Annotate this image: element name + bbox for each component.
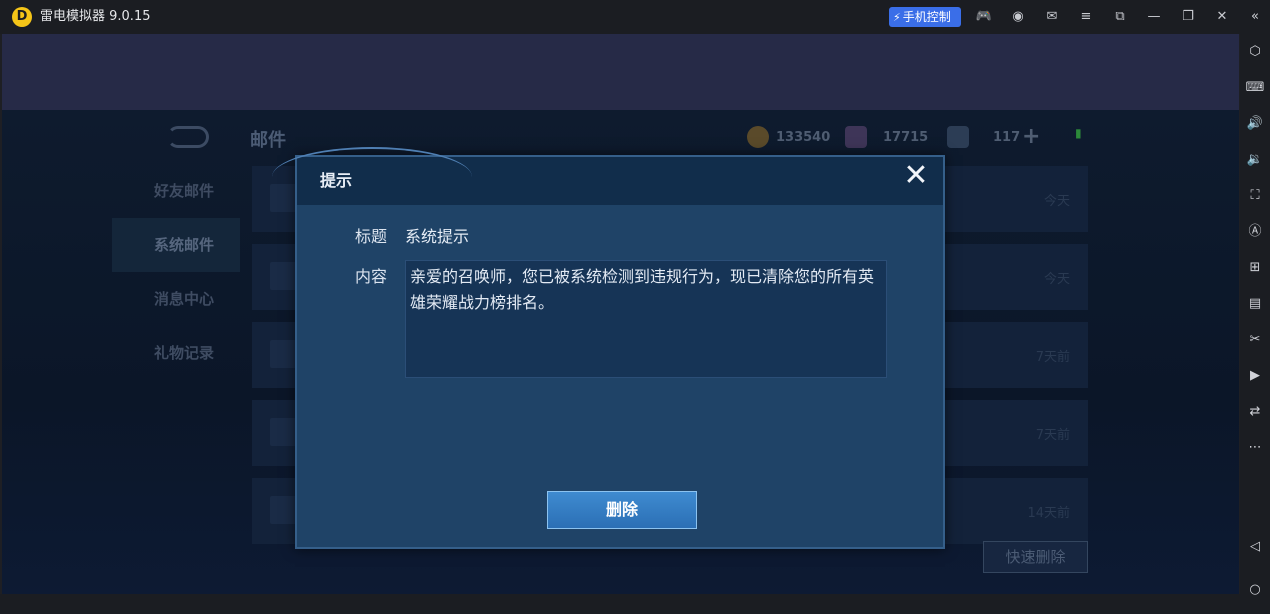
- emulator-sidebar: « ⬡ ⌨ 🔊 🔉 ⛶ Ⓐ ⊞ ▤ ✂ ▶ ⇄ ⋯ ◁ ○: [1240, 0, 1270, 614]
- dialog-header: 提示 ✕: [272, 147, 943, 205]
- mail-page-title: 邮件: [250, 130, 286, 151]
- diamond-icon: [845, 126, 867, 148]
- apk-install-icon[interactable]: ▤: [1245, 294, 1265, 314]
- maximize-icon[interactable]: ❐: [1179, 8, 1197, 26]
- bolt-icon: ⚡: [893, 11, 901, 24]
- sync-icon[interactable]: ⇄: [1245, 402, 1265, 422]
- mail-date: 7天前: [1035, 350, 1070, 365]
- add-currency-icon[interactable]: +: [1022, 124, 1040, 149]
- delete-button[interactable]: 删除: [547, 491, 697, 529]
- scissors-icon[interactable]: ✂: [1245, 330, 1265, 350]
- emulator-titlebar: D 雷电模拟器 9.0.15 ⚡ 手机控制 🎮 ◉ ✉ ≡ ⧉ — ❐ ✕: [0, 0, 1240, 34]
- subject-value: 系统提示: [405, 227, 470, 246]
- home-circle-icon[interactable]: ○: [1245, 580, 1265, 600]
- collapse-icon[interactable]: «: [1245, 7, 1265, 27]
- mail-category-menu: 好友邮件 系统邮件 消息中心 礼物记录: [112, 164, 240, 380]
- content-text: 亲爱的召唤师，您已被系统检测到违规行为，现已清除您的所有英雄荣耀战力榜排名。: [405, 260, 887, 378]
- menu-item-gift-record[interactable]: 礼物记录: [112, 326, 240, 380]
- gold-amount: 133540: [776, 130, 831, 145]
- auto-icon[interactable]: Ⓐ: [1245, 222, 1265, 242]
- decorative-wave-icon: [272, 147, 472, 207]
- prompt-dialog: 提示 ✕ 标题 系统提示 内容 亲爱的召唤师，您已被系统检测到违规行为，现已清除…: [272, 147, 945, 549]
- mail-icon[interactable]: ✉: [1043, 8, 1061, 26]
- dialog-close-icon[interactable]: ✕: [899, 159, 933, 193]
- close-icon[interactable]: ✕: [1213, 8, 1231, 26]
- back-triangle-icon[interactable]: ◁: [1245, 537, 1265, 557]
- mail-date: 14天前: [1027, 506, 1070, 521]
- keyboard-icon[interactable]: ⌨: [1245, 78, 1265, 98]
- more-icon[interactable]: ⋯: [1245, 438, 1265, 458]
- gamepad-icon[interactable]: 🎮: [975, 8, 993, 26]
- volume-down-icon[interactable]: 🔉: [1245, 150, 1265, 170]
- mail-date: 7天前: [1035, 428, 1070, 443]
- gold-coin-icon: [747, 126, 769, 148]
- menu-icon[interactable]: ≡: [1077, 8, 1095, 26]
- subject-label: 标题: [355, 227, 388, 246]
- phone-control-button[interactable]: ⚡ 手机控制: [889, 7, 961, 27]
- menu-item-system-mail[interactable]: 系统邮件: [112, 218, 240, 272]
- settings-hex-icon[interactable]: ⬡: [1245, 42, 1265, 62]
- app-logo-icon: D: [12, 7, 32, 27]
- menu-item-message-center[interactable]: 消息中心: [112, 272, 240, 326]
- quick-delete-button[interactable]: 快速删除: [983, 541, 1088, 573]
- record-icon[interactable]: ▶: [1245, 366, 1265, 386]
- volume-up-icon[interactable]: 🔊: [1245, 114, 1265, 134]
- ticket-amount: 117: [993, 130, 1021, 145]
- screenshot-icon[interactable]: ⛶: [1245, 186, 1265, 206]
- ticket-icon: [947, 126, 969, 148]
- phone-control-label: 手机控制: [902, 10, 951, 24]
- content-label: 内容: [355, 267, 388, 286]
- dialog-title: 提示: [320, 171, 353, 190]
- app-title: 雷电模拟器 9.0.15: [40, 9, 151, 24]
- back-arrow-icon[interactable]: [167, 126, 209, 148]
- mail-date: 今天: [1043, 194, 1070, 209]
- restore-window-icon[interactable]: ⧉: [1111, 8, 1129, 26]
- minimize-icon[interactable]: —: [1145, 8, 1163, 26]
- add-window-icon[interactable]: ⊞: [1245, 258, 1265, 278]
- game-top-band: [2, 34, 1239, 110]
- signal-icon: ▮: [1075, 126, 1082, 140]
- bottom-strip: [0, 594, 1240, 614]
- diamond-amount: 17715: [883, 130, 929, 145]
- mail-date: 今天: [1043, 272, 1070, 287]
- menu-item-friend-mail[interactable]: 好友邮件: [112, 164, 240, 218]
- account-icon[interactable]: ◉: [1009, 8, 1027, 26]
